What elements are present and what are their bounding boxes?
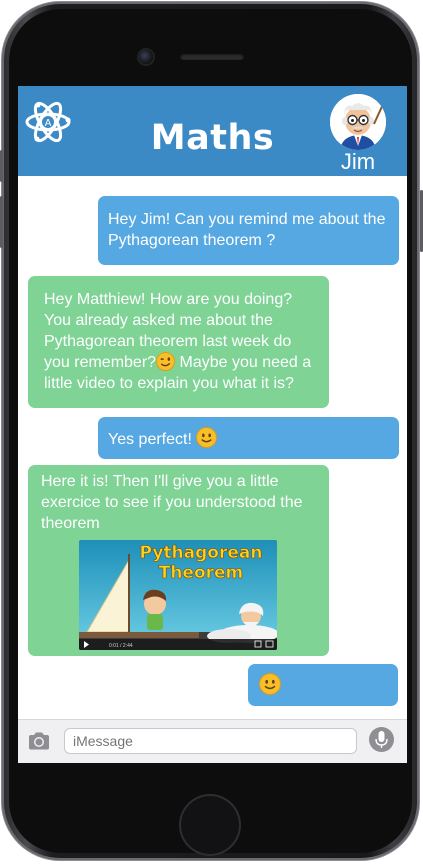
winking-face-icon bbox=[156, 352, 176, 371]
volume-button bbox=[0, 150, 3, 182]
message-input[interactable] bbox=[64, 728, 357, 754]
sent-message-bubble[interactable]: Yes perfect! bbox=[98, 417, 399, 459]
video-thumbnail[interactable]: Pythagorean Theorem 0:01 / 2:44 bbox=[79, 540, 277, 650]
contact-name: Jim bbox=[340, 149, 376, 174]
chat-header: A Maths Jim bbox=[18, 86, 407, 176]
sent-message-bubble[interactable] bbox=[248, 664, 398, 706]
camera-icon[interactable] bbox=[28, 732, 50, 750]
message-text: Yes perfect! bbox=[108, 431, 192, 448]
smiling-face-icon bbox=[259, 673, 281, 695]
video-title-line1: Pythagorean bbox=[140, 543, 263, 563]
chat-screen: A Maths Jim Hey Jim! Can you remind me a… bbox=[18, 86, 407, 763]
front-camera bbox=[139, 50, 153, 64]
sent-message-bubble[interactable]: Hey Jim! Can you remind me about the Pyt… bbox=[98, 196, 399, 265]
teacher-avatar[interactable] bbox=[330, 94, 386, 150]
home-area bbox=[179, 794, 241, 856]
message-composer bbox=[18, 719, 407, 763]
video-time: 0:01 / 2:44 bbox=[109, 643, 133, 649]
smiling-face-icon bbox=[196, 427, 218, 448]
volume-button bbox=[0, 196, 3, 248]
received-message-bubble[interactable]: Hey Matthiew! How are you doing? You alr… bbox=[28, 276, 329, 408]
message-text: Here it is! Then I'll give you a little … bbox=[41, 473, 303, 532]
video-title-line2: Theorem bbox=[159, 563, 244, 583]
earpiece-speaker bbox=[180, 53, 244, 60]
message-text: Hey Jim! Can you remind me about the Pyt… bbox=[108, 211, 386, 249]
microphone-icon[interactable] bbox=[369, 727, 394, 752]
received-message-bubble[interactable]: Here it is! Then I'll give you a little … bbox=[28, 465, 329, 656]
